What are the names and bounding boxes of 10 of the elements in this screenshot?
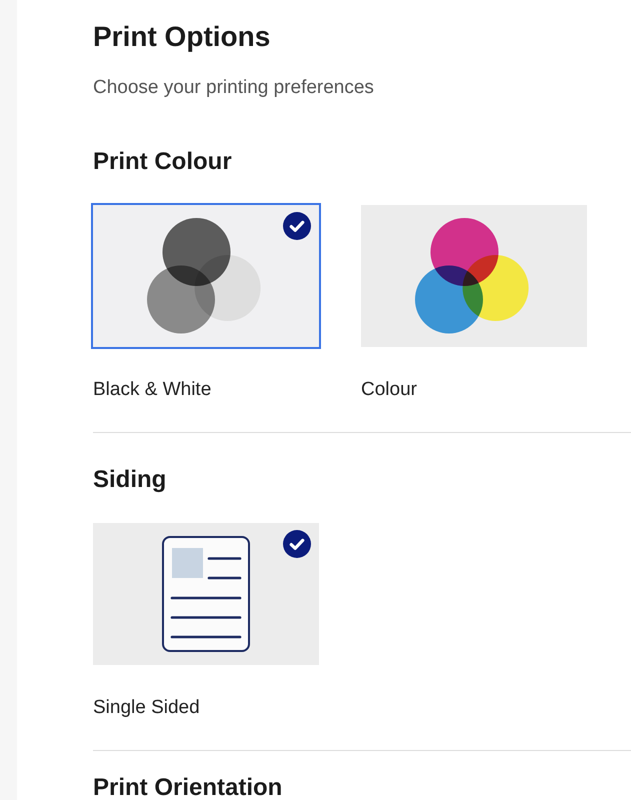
page-title: Print Options bbox=[93, 20, 270, 54]
page-subtitle: Choose your printing preferences bbox=[93, 76, 374, 100]
option-label: Single Sided bbox=[93, 696, 200, 720]
option-card[interactable] bbox=[93, 523, 319, 665]
option-label: Colour bbox=[361, 378, 417, 402]
option-card[interactable] bbox=[91, 203, 321, 349]
section-heading: Print Orientation bbox=[93, 775, 282, 800]
section-heading: Siding bbox=[93, 467, 166, 493]
option-label: Black & White bbox=[93, 378, 212, 402]
section-heading: Print Colour bbox=[93, 149, 232, 175]
